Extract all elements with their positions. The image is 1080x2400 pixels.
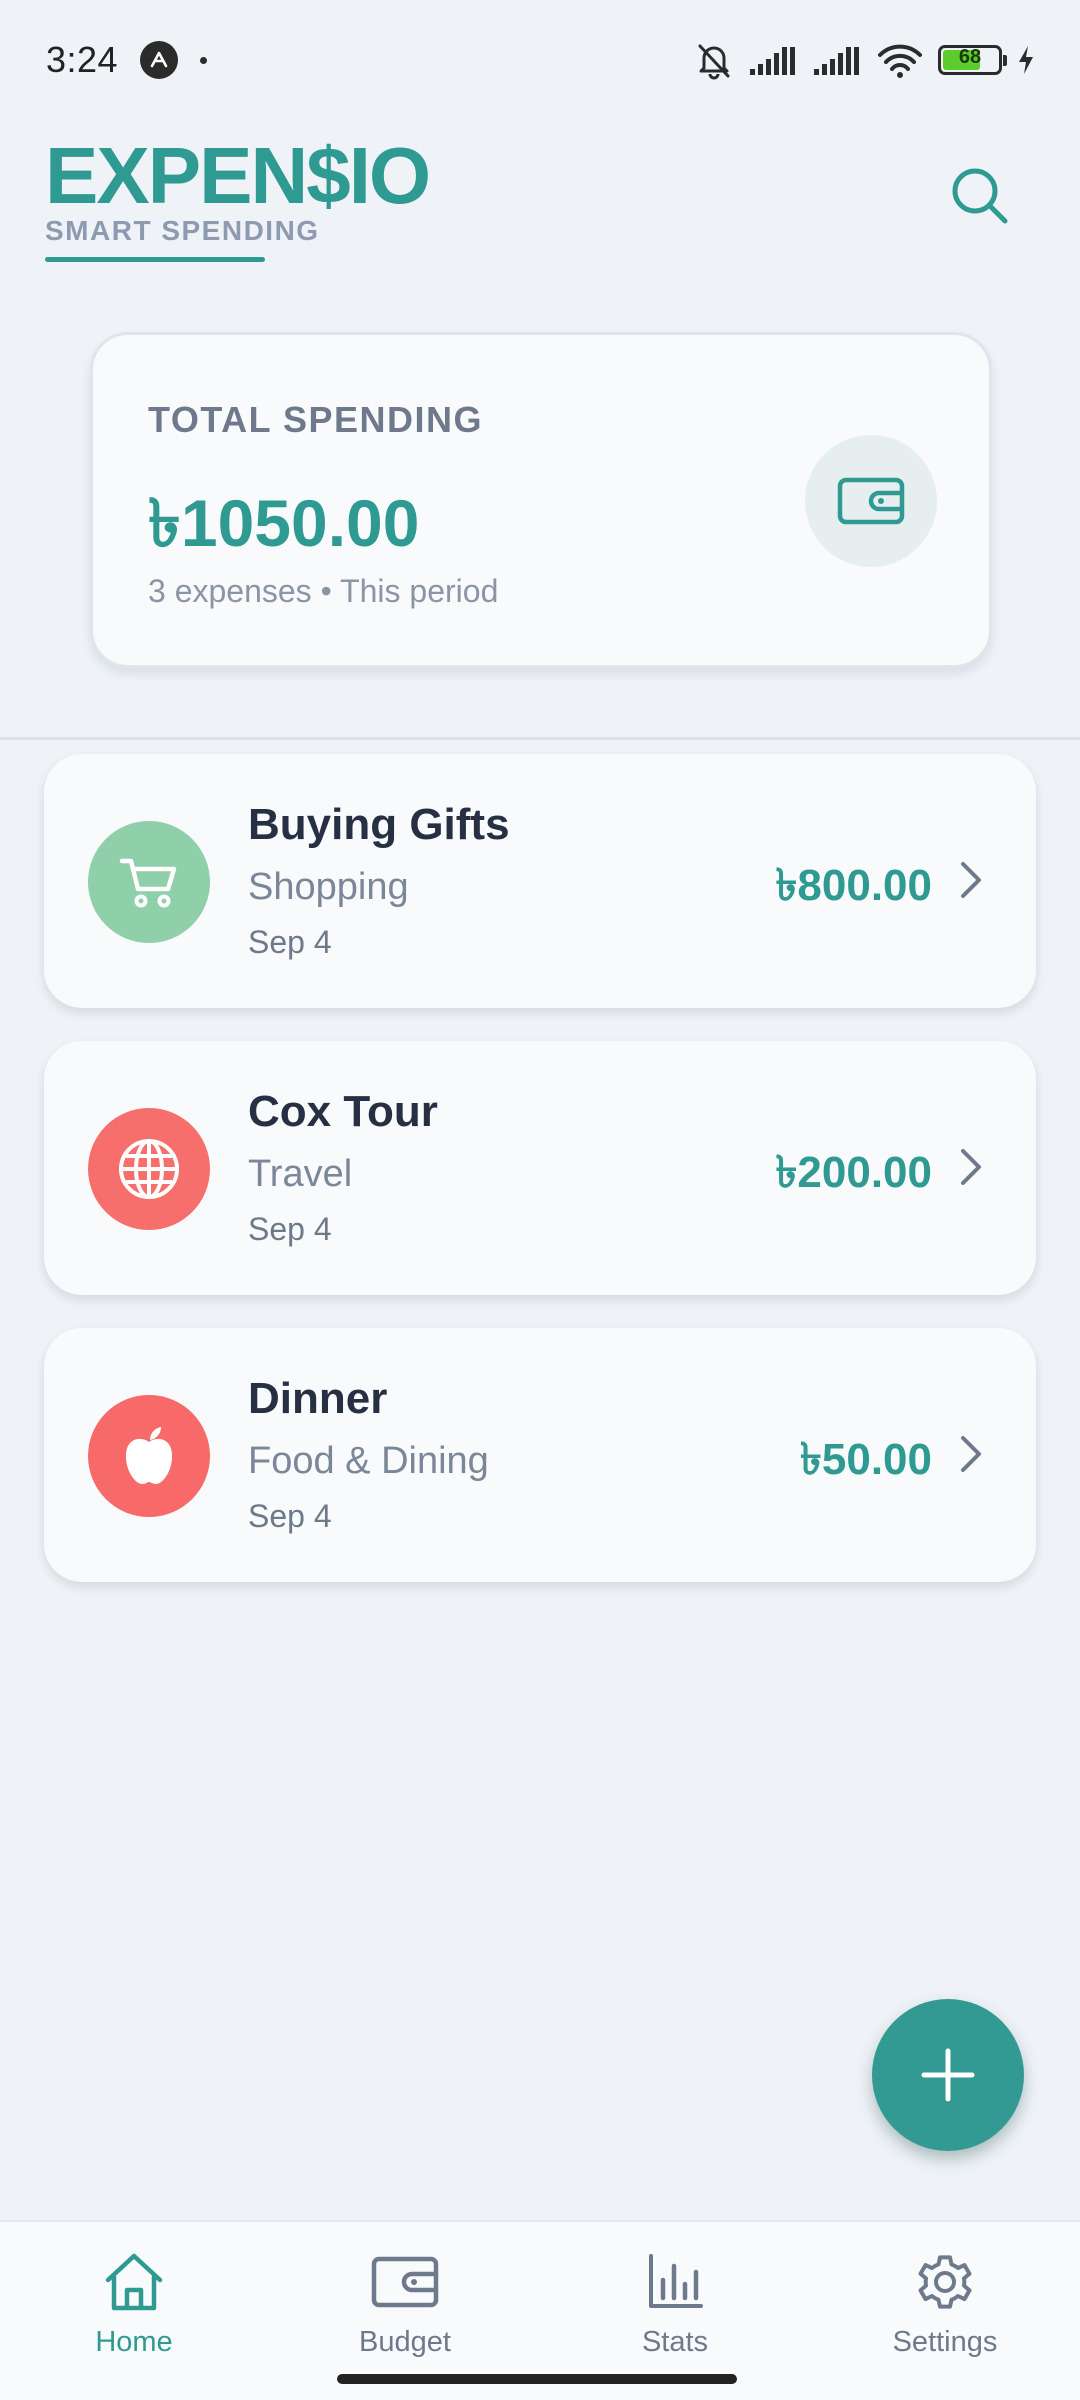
search-icon xyxy=(952,168,1008,224)
nav-home[interactable]: Home xyxy=(34,2242,234,2372)
expense-amount: ৳200.00 xyxy=(775,1148,933,1197)
nav-settings[interactable]: Settings xyxy=(845,2242,1045,2372)
cart-icon xyxy=(119,858,177,908)
logo-text: EXPEN$IO xyxy=(45,131,431,220)
expense-item[interactable]: Cox Tour Travel Sep 4 ৳200.00 xyxy=(44,1041,1036,1295)
expense-title: Dinner xyxy=(248,1374,388,1423)
signal-icon xyxy=(750,47,795,75)
nav-budget-label: Budget xyxy=(359,2326,451,2358)
expense-item[interactable]: Dinner Food & Dining Sep 4 ৳50.00 xyxy=(44,1328,1036,1582)
add-expense-button[interactable] xyxy=(872,1999,1024,2151)
wifi-icon xyxy=(878,44,922,78)
app-notification-icon xyxy=(140,41,179,79)
section-divider xyxy=(0,737,1080,740)
expense-list: Buying Gifts Shopping Sep 4 ৳800.00 Cox … xyxy=(44,754,1036,1615)
app-logo: EXPEN$IO SMART SPENDING xyxy=(45,131,431,262)
status-left: 3:24 xyxy=(46,39,208,81)
expense-date: Sep 4 xyxy=(248,924,332,960)
status-time: 3:24 xyxy=(46,39,119,80)
expense-category: Travel xyxy=(248,1153,353,1195)
charging-icon xyxy=(1019,46,1033,74)
expense-amount: ৳50.00 xyxy=(799,1435,932,1484)
total-spending-label: TOTAL SPENDING xyxy=(148,399,484,440)
wallet-icon xyxy=(365,2242,445,2322)
expense-date: Sep 4 xyxy=(248,1498,332,1534)
status-bar: 3:24 68 xyxy=(0,0,1080,120)
bottom-navigation: Home Budget Stats Settings xyxy=(0,2220,1080,2400)
app-screen: 3:24 68 EXPEN$IO SMART SPENDING TOTAL SP… xyxy=(0,0,1080,2400)
total-spending-subtitle: 3 expenses • This period xyxy=(148,573,499,609)
logo-underline xyxy=(45,257,265,262)
search-button[interactable] xyxy=(944,160,1016,232)
status-right: 68 xyxy=(694,40,1036,80)
expense-date: Sep 4 xyxy=(248,1211,332,1247)
chevron-right-icon xyxy=(954,858,988,902)
expense-amount: ৳800.00 xyxy=(775,861,933,910)
plus-icon xyxy=(921,2048,975,2102)
expense-category: Food & Dining xyxy=(248,1440,489,1482)
nav-stats-label: Stats xyxy=(641,2326,709,2358)
expense-category-icon xyxy=(88,1108,210,1230)
signal-icon xyxy=(814,47,859,75)
home-indicator[interactable] xyxy=(337,2374,737,2384)
expense-category-icon xyxy=(88,821,210,943)
nav-settings-label: Settings xyxy=(892,2326,998,2358)
expense-category: Shopping xyxy=(248,866,409,908)
total-spending-card: TOTAL SPENDING ৳1050.00 3 expenses • Thi… xyxy=(90,332,992,668)
battery-icon: 68 xyxy=(938,45,1007,75)
home-icon xyxy=(94,2242,174,2322)
nav-home-label: Home xyxy=(95,2326,173,2358)
bell-off-icon xyxy=(698,44,730,80)
expense-title: Buying Gifts xyxy=(248,800,510,849)
battery-level: 68 xyxy=(958,46,982,68)
expense-category-icon xyxy=(88,1395,210,1517)
wallet-icon xyxy=(805,435,937,567)
notification-dot xyxy=(200,56,208,64)
bar-chart-icon xyxy=(635,2242,715,2322)
battery-tip xyxy=(1003,55,1007,66)
nav-stats[interactable]: Stats xyxy=(575,2242,775,2372)
globe-icon xyxy=(119,1139,179,1199)
total-spending-amount: ৳1050.00 xyxy=(148,486,420,560)
expense-item[interactable]: Buying Gifts Shopping Sep 4 ৳800.00 xyxy=(44,754,1036,1008)
apple-icon xyxy=(125,1427,173,1484)
nav-budget[interactable]: Budget xyxy=(305,2242,505,2372)
chevron-right-icon xyxy=(954,1432,988,1476)
expense-title: Cox Tour xyxy=(248,1087,438,1136)
gear-icon xyxy=(905,2242,985,2322)
chevron-right-icon xyxy=(954,1145,988,1189)
